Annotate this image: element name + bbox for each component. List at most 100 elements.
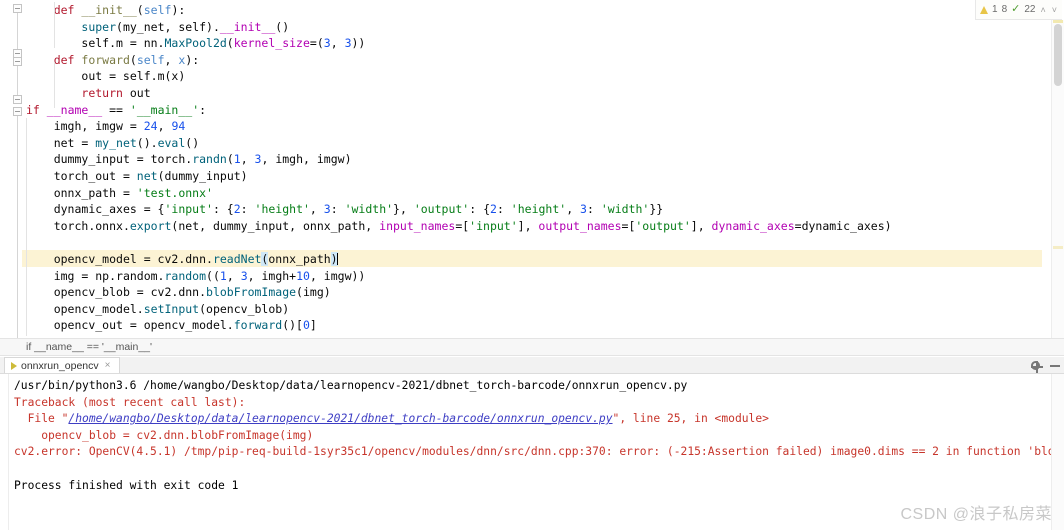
console-scrollbar[interactable] [1051,374,1064,530]
code-token: 94 [171,119,186,134]
code-token: ). [206,19,220,34]
code-line[interactable]: imgh, imgw = 24, 94 [22,118,186,135]
chevron-up-icon[interactable]: ˄ [1039,5,1046,15]
code-token: ] [309,318,317,333]
code-editor[interactable]: def __init__(self): super(my_net, self).… [0,0,1064,338]
code-token: def [53,3,82,17]
run-tab-bar[interactable]: onnxrun_opencv × [0,357,1064,374]
code-line[interactable]: img = np.random.random((1, 3, imgh+10, i… [22,268,366,285]
code-token: 'input' [469,218,518,233]
code-token: 3 [344,36,352,51]
code-token: input_names [379,218,456,233]
code-token: , [566,202,581,217]
code-token: : [240,202,255,217]
code-line[interactable]: dynamic_axes = {'input': {2: 'height', 3… [22,201,663,218]
code-token: kernel_size [233,36,310,51]
code-line[interactable]: def __init__(self): [22,2,186,19]
marker-stripe-warning[interactable] [1053,20,1063,23]
code-token: == [102,102,130,117]
console-line: /usr/bin/python3.6 /home/wangbo/Desktop/… [14,378,687,395]
fold-marker[interactable] [13,4,22,13]
editor-gutter[interactable] [0,0,22,338]
code-line[interactable]: opencv_model = cv2.dnn.readNet(onnx_path… [22,251,338,268]
code-line[interactable]: torch_out = net(dummy_input) [22,168,248,185]
console-text: /usr/bin/python3.6 /home/wangbo/Desktop/… [14,379,688,392]
code-token: m [157,69,165,84]
file-link[interactable]: /home/wangbo/Desktop/data/learnopencv-20… [68,412,612,425]
code-token: , [226,268,241,283]
code-token: (net, dummy_input, onnx_path, [171,218,380,233]
run-tab-onnxrun-opencv[interactable]: onnxrun_opencv × [4,357,120,373]
indent-guide [53,2,55,48]
check-count: 22 [1024,4,1036,15]
minimize-icon[interactable] [1050,364,1060,367]
console-line: File "/home/wangbo/Desktop/data/learnope… [14,411,769,428]
editor-scrollbar[interactable] [1051,20,1064,338]
code-token: : { [212,202,234,217]
code-line[interactable]: super(my_net, self).__init__() [22,19,289,36]
code-token: , [240,152,255,167]
code-token: dynamic_axes = { [53,202,165,217]
inspection-widget[interactable]: 1 8 ✓ 22 ˄ ˅ [975,0,1062,20]
code-line[interactable]: out = self.m(x) [22,68,185,85]
chevron-down-icon[interactable]: ˅ [1051,5,1058,15]
code-token: ( [129,52,137,67]
code-token: 1 [233,152,241,167]
other-count: 8 [1001,4,1008,15]
code-token: () [275,19,290,34]
code-token: return [81,86,123,100]
code-token: export [129,218,172,233]
code-line[interactable]: opencv_blob = cv2.dnn.blobFromImage(img) [22,284,331,301]
code-token: 'height' [254,202,310,217]
code-token: , imgh, imgw) [261,152,352,167]
code-token: self [143,3,172,17]
code-line[interactable]: opencv_out = opencv_model.forward()[0] [22,317,317,334]
fold-marker[interactable] [13,95,22,104]
code-token: (opencv_blob) [199,301,290,316]
code-line[interactable]: if __name__ == '__main__': [22,102,206,119]
code-token: imgh, imgw = [53,119,144,134]
console-text: ", line 25, in <module> [612,412,769,426]
fold-marker[interactable] [13,107,22,116]
close-icon[interactable]: × [105,360,111,371]
breadcrumb-path[interactable]: if __name__ == '__main__' [0,341,152,353]
code-line[interactable]: dummy_input = torch.randn(1, 3, imgh, im… [22,151,352,168]
code-token: opencv_model = cv2.dnn. [53,252,213,266]
breadcrumb[interactable]: if __name__ == '__main__' [0,338,1064,356]
code-token: }} [649,202,664,217]
gear-icon[interactable] [1030,360,1043,373]
code-token: random [164,268,207,283]
code-token: opencv_model. [53,301,144,316]
code-line[interactable]: self.m = nn.MaxPool2d(kernel_size=(3, 3)… [22,35,365,52]
code-token: torch.onnx. [53,218,130,233]
code-line[interactable]: def forward(self, x): [22,52,199,69]
code-token: readNet [212,252,262,266]
run-toolbar[interactable] [1030,357,1060,374]
code-line[interactable]: onnx_path = 'test.onnx' [22,185,213,202]
code-token: net = [53,135,96,150]
text-caret [336,253,338,265]
code-line[interactable]: net = my_net().eval() [22,135,199,152]
fold-marker[interactable] [13,57,22,66]
code-token: super [81,19,117,34]
code-token: 3 [580,202,587,217]
code-token: , [164,52,179,67]
indent-guide [26,118,27,336]
code-token: ( [116,19,123,34]
code-token: 2 [233,202,241,217]
code-token: .m = nn. [109,36,165,51]
code-token: forward [81,52,130,67]
code-lines[interactable]: def __init__(self): super(my_net, self).… [22,0,1042,338]
code-token: 1 [219,268,227,283]
code-token: , [157,119,172,134]
console-text: Traceback (most recent call last): [14,395,246,409]
code-token: (( [206,268,220,283]
code-token: () [185,135,200,150]
code-token: 3 [323,202,331,217]
code-line[interactable]: torch.onnx.export(net, dummy_input, onnx… [22,218,892,235]
marker-stripe-highlight[interactable] [1053,246,1063,249]
code-line[interactable]: return out [22,85,150,102]
editor-scrollbar-thumb[interactable] [1054,24,1062,86]
code-line[interactable]: opencv_model.setInput(opencv_blob) [22,301,289,318]
